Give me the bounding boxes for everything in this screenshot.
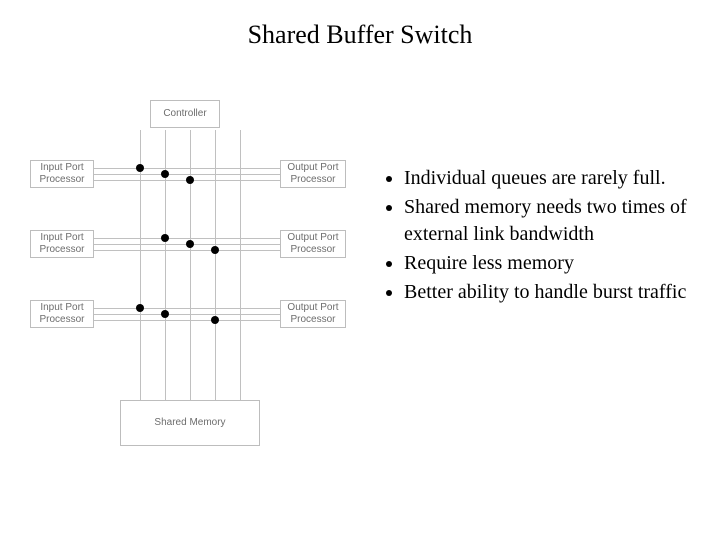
- port-line: [94, 238, 280, 239]
- bus-line: [240, 130, 241, 400]
- slide: Shared Buffer Switch Controller Input Po…: [0, 0, 720, 540]
- port-line: [94, 314, 280, 315]
- input-port-box: Input Port Processor: [30, 300, 94, 328]
- bullet-item: Shared memory needs two times of externa…: [404, 194, 700, 248]
- connection-dot: [211, 246, 219, 254]
- bullet-item: Better ability to handle burst traffic: [404, 279, 700, 306]
- shared-buffer-diagram: Controller Input Port Processor Output P…: [20, 100, 370, 460]
- input-port-box: Input Port Processor: [30, 230, 94, 258]
- bus-line: [190, 130, 191, 400]
- shared-memory-box: Shared Memory: [120, 400, 260, 446]
- output-port-box: Output Port Processor: [280, 160, 346, 188]
- connection-dot: [136, 164, 144, 172]
- bullet-item: Require less memory: [404, 250, 700, 277]
- slide-title: Shared Buffer Switch: [0, 20, 720, 50]
- connection-dot: [211, 316, 219, 324]
- connection-dot: [161, 310, 169, 318]
- output-port-box: Output Port Processor: [280, 300, 346, 328]
- bullet-item: Individual queues are rarely full.: [404, 165, 700, 192]
- connection-dot: [136, 304, 144, 312]
- port-line: [94, 174, 280, 175]
- port-line: [94, 320, 280, 321]
- input-port-box: Input Port Processor: [30, 160, 94, 188]
- connection-dot: [161, 234, 169, 242]
- output-port-box: Output Port Processor: [280, 230, 346, 258]
- bullet-list: Individual queues are rarely full. Share…: [380, 165, 700, 308]
- controller-box: Controller: [150, 100, 220, 128]
- port-line: [94, 250, 280, 251]
- connection-dot: [186, 176, 194, 184]
- port-line: [94, 168, 280, 169]
- port-line: [94, 308, 280, 309]
- bus-line: [215, 130, 216, 400]
- connection-dot: [161, 170, 169, 178]
- connection-dot: [186, 240, 194, 248]
